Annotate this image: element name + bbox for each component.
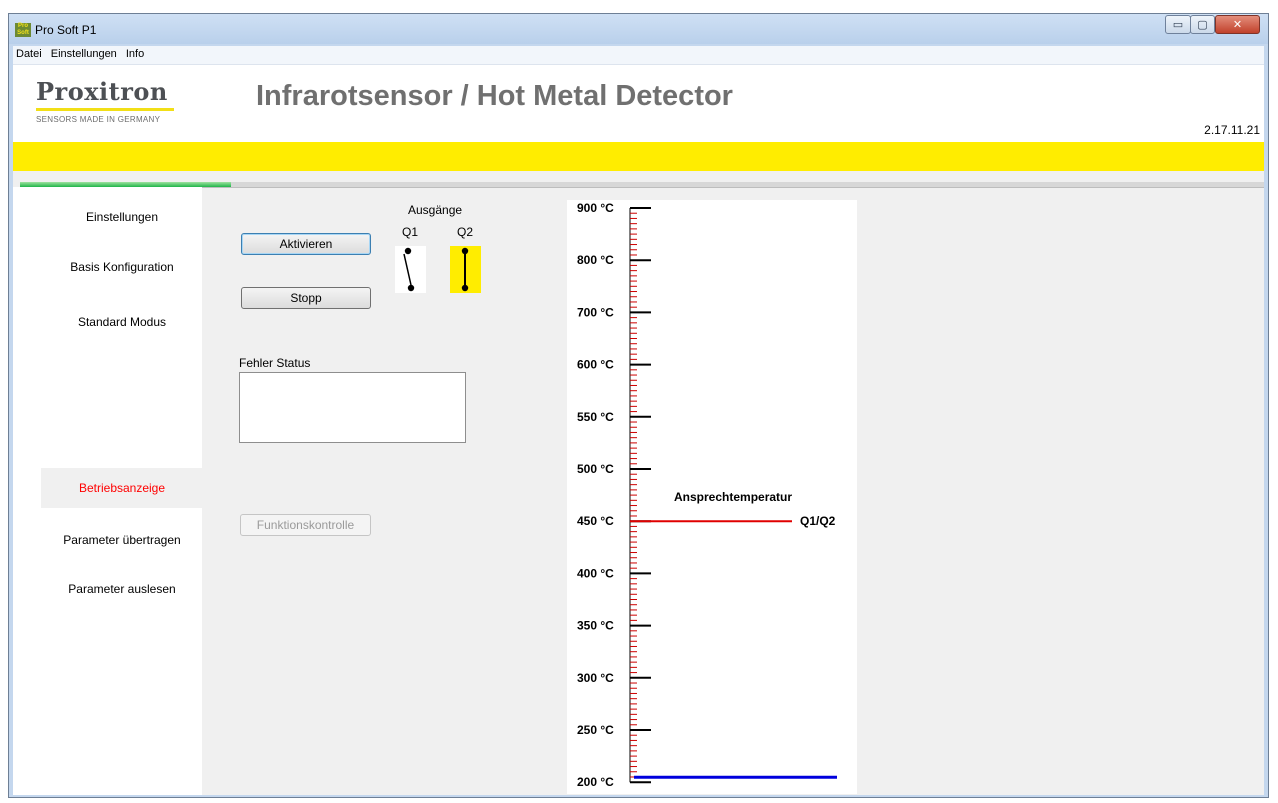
close-button[interactable]: ✕ <box>1215 15 1260 34</box>
app-window: Pro Soft Pro Soft P1 ▭ ▢ ✕ Datei Einstell… <box>8 13 1269 798</box>
sidebar-item-betriebsanzeige[interactable]: Betriebsanzeige <box>41 468 203 508</box>
tick-label: 600 °C <box>577 358 614 372</box>
menu-datei[interactable]: Datei <box>13 46 45 60</box>
menu-einstellungen[interactable]: Einstellungen <box>48 46 120 60</box>
stop-button[interactable]: Stopp <box>241 287 371 309</box>
q1-switch-open-icon <box>395 246 426 293</box>
minimize-button[interactable]: ▭ <box>1165 15 1191 34</box>
q1-bottom-contact <box>407 284 415 292</box>
client-area: Proxitron SENSORS MADE IN GERMANY Infrar… <box>13 65 1264 795</box>
error-status-field <box>239 372 466 443</box>
sidebar-item-basis-konfiguration[interactable]: Basis Konfiguration <box>41 249 203 285</box>
tick-label: 300 °C <box>577 671 614 685</box>
accent-band <box>13 142 1264 171</box>
tick-label: 250 °C <box>577 723 614 737</box>
header: Proxitron SENSORS MADE IN GERMANY Infrar… <box>13 65 1264 142</box>
app-icon-line-2: Soft <box>17 30 29 36</box>
app-icon: Pro Soft <box>15 23 31 37</box>
tick-label: 900 °C <box>577 201 614 215</box>
window-title: Pro Soft P1 <box>35 23 97 37</box>
logo-underline <box>36 108 174 111</box>
sidebar-item-standard-modus[interactable]: Standard Modus <box>41 304 203 340</box>
logo-tagline: SENSORS MADE IN GERMANY <box>36 115 161 124</box>
logo-text: Proxitron <box>36 77 168 106</box>
menu-bar: Datei Einstellungen Info <box>13 46 1264 65</box>
temperature-scale: 900 °C 800 °C 700 °C 600 °C 550 °C 500 °C 450 … <box>577 201 837 789</box>
error-status-label: Fehler Status <box>239 356 311 370</box>
title-bar[interactable]: Pro Soft Pro Soft P1 ▭ ▢ ✕ <box>9 14 1268 44</box>
temperature-gauge: 900 °C 800 °C 700 °C 600 °C 550 °C 500 °C 450 … <box>567 200 857 794</box>
q1-switch-graphic <box>403 247 415 292</box>
q1-open-lever <box>403 253 412 286</box>
tick-label: 550 °C <box>577 410 614 424</box>
q2-label: Q2 <box>457 225 474 239</box>
tick-label: 700 °C <box>577 305 614 319</box>
q2-switch-graphic <box>461 247 469 292</box>
tick-label: 200 °C <box>577 775 614 789</box>
tick-label: 400 °C <box>577 566 614 580</box>
q1-top-contact <box>404 247 412 255</box>
sidebar-item-parameter-uebertragen[interactable]: Parameter übertragen <box>41 522 203 558</box>
progress-bar <box>20 182 1264 188</box>
page-title: Infrarotsensor / Hot Metal Detector <box>256 80 733 112</box>
menu-info[interactable]: Info <box>123 46 147 60</box>
app-icon-line-1: Pro <box>17 23 28 29</box>
sidebar: Einstellungen Basis Konfiguration Standa… <box>13 187 203 795</box>
tick-label: 350 °C <box>577 619 614 633</box>
q1-label: Q1 <box>402 225 419 239</box>
function-check-button: Funktionskontrolle <box>240 514 371 536</box>
version-label: 2.17.11.21 <box>1204 123 1260 137</box>
threshold-output-label: Q1/Q2 <box>800 514 836 528</box>
q2-switch-closed-icon <box>450 246 481 293</box>
tick-label: 800 °C <box>577 253 614 267</box>
tick-label: 450 °C <box>577 514 614 528</box>
tick-label: 500 °C <box>577 462 614 476</box>
sidebar-item-parameter-auslesen[interactable]: Parameter auslesen <box>41 571 203 607</box>
activate-button[interactable]: Aktivieren <box>241 233 371 255</box>
sidebar-item-einstellungen[interactable]: Einstellungen <box>41 199 203 235</box>
threshold-title: Ansprechtemperatur <box>674 490 792 504</box>
outputs-heading: Ausgänge <box>408 203 463 217</box>
maximize-button[interactable]: ▢ <box>1190 15 1215 34</box>
